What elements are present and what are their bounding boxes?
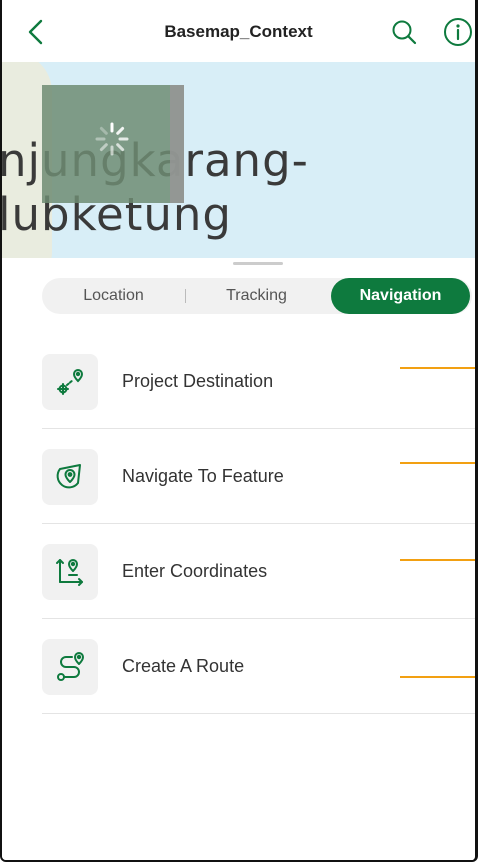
nav-item-navigate-to-feature[interactable]: Navigate To Feature (42, 428, 475, 524)
segmented-control: Location Tracking Navigation (42, 278, 472, 314)
project-destination-icon (57, 368, 84, 395)
bottom-sheet: Location Tracking Navigation Project Des… (2, 258, 475, 860)
icon-tile (42, 639, 98, 695)
highlight-line (400, 676, 475, 678)
nav-item-label: Enter Coordinates (122, 561, 268, 581)
tab-navigation[interactable]: Navigation (331, 278, 470, 314)
app-frame: Basemap_Context njungkarang- lubketung (0, 0, 478, 862)
tab-tracking[interactable]: Tracking (185, 278, 328, 314)
highlight-line (400, 559, 475, 561)
nav-item-label: Create A Route (122, 656, 245, 676)
highlight-line (400, 462, 475, 464)
navigate-to-feature-icon (56, 464, 81, 489)
sheet-drag-handle[interactable] (233, 262, 283, 265)
nav-item-enter-coordinates[interactable]: Enter Coordinates (42, 523, 475, 619)
search-icon[interactable] (391, 19, 417, 45)
top-bar: Basemap_Context (2, 0, 475, 62)
nav-item-label: Navigate To Feature (122, 466, 284, 486)
nav-item-project-destination[interactable]: Project Destination (42, 333, 475, 429)
map-view[interactable]: njungkarang- lubketung (2, 62, 475, 258)
loading-overlay (42, 85, 184, 203)
icon-tile (42, 354, 98, 410)
create-route-icon (57, 652, 84, 681)
loading-spinner-icon (95, 122, 129, 156)
icon-tile (42, 544, 98, 600)
enter-coordinates-icon (56, 559, 83, 586)
highlight-line (400, 367, 475, 369)
info-icon[interactable] (443, 17, 473, 47)
tab-location[interactable]: Location (42, 278, 185, 314)
icon-tile (42, 449, 98, 505)
nav-item-create-route[interactable]: Create A Route (42, 618, 475, 714)
nav-item-label: Project Destination (122, 371, 274, 391)
loading-overlay-bar (170, 85, 184, 203)
